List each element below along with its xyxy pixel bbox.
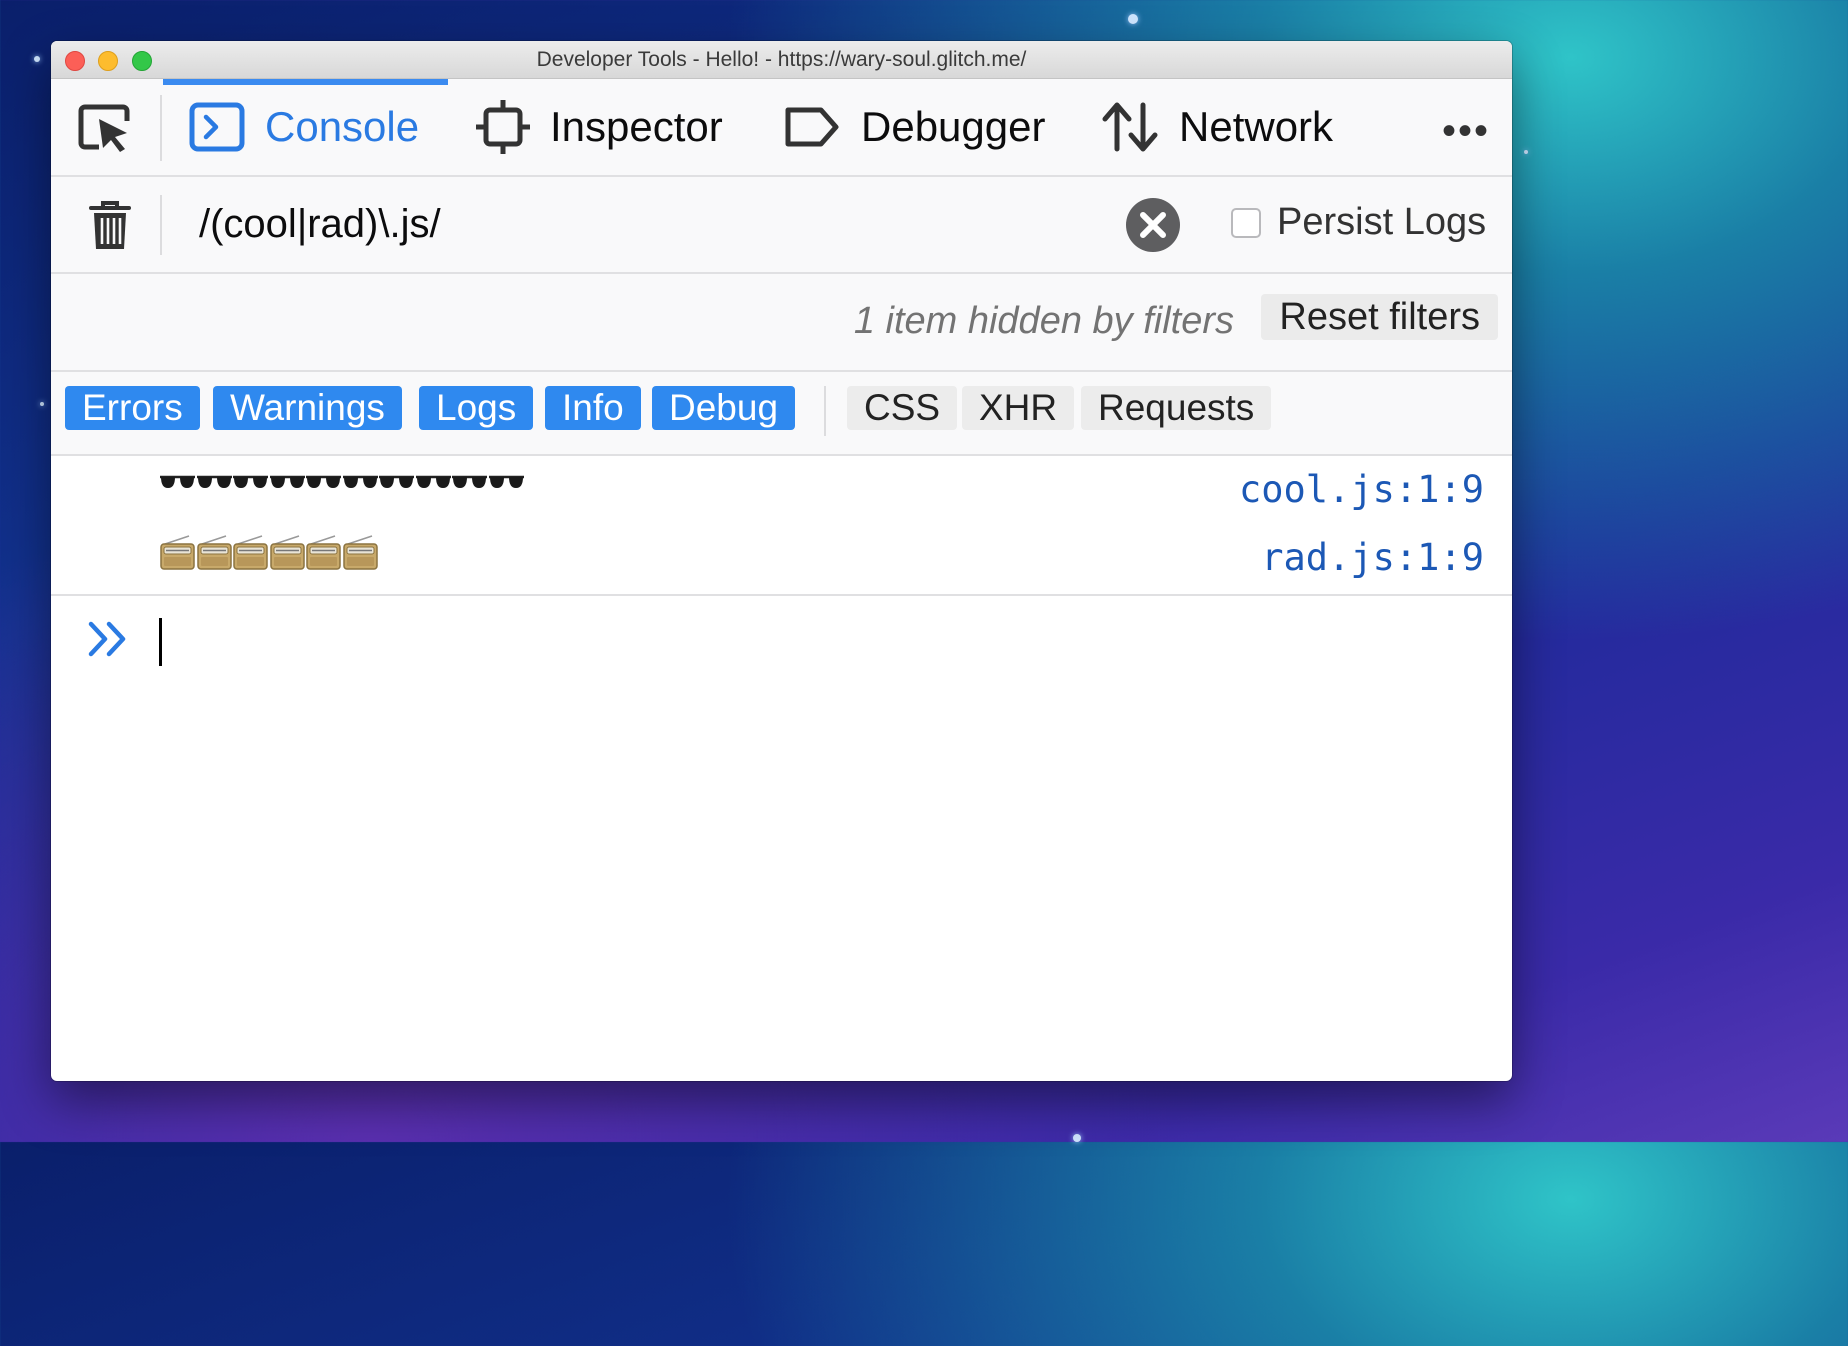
- tab-console-label: Console: [265, 103, 420, 150]
- persist-logs-label: Persist Logs: [1277, 201, 1487, 243]
- radio-icon: [196, 534, 233, 575]
- filter-requests-button[interactable]: Requests: [1081, 386, 1272, 430]
- log-content-radios: [159, 534, 378, 575]
- message-location-link[interactable]: cool.js:1:9: [1239, 468, 1484, 511]
- background-star: [1073, 1134, 1081, 1142]
- background-star: [40, 402, 44, 406]
- tab-network-label: Network: [1179, 103, 1334, 150]
- sunglasses-icon: [159, 474, 196, 495]
- filter-bar: Persist Logs: [51, 177, 1512, 274]
- filter-logs-button[interactable]: Logs: [419, 386, 534, 430]
- window-title: Developer Tools - Hello! - https://wary-…: [536, 48, 1027, 71]
- network-icon: [1101, 101, 1159, 153]
- filter-input[interactable]: [199, 195, 1079, 253]
- close-window-button[interactable]: [65, 51, 85, 71]
- filter-debug-button[interactable]: Debug: [652, 386, 796, 430]
- background-star: [1524, 150, 1528, 154]
- maximize-window-button[interactable]: [132, 51, 152, 71]
- tab-debugger-label: Debugger: [861, 103, 1046, 150]
- tab-inspector-label: Inspector: [550, 103, 723, 150]
- console-icon: [189, 102, 245, 152]
- sunglasses-icon: [451, 474, 488, 495]
- inspector-icon: [476, 100, 530, 154]
- filtered-notice-bar: 1 item hidden by filters Reset filters: [51, 274, 1512, 372]
- background-star: [34, 56, 40, 62]
- console-output: cool.js:1:9 rad.js:1:9: [51, 456, 1512, 596]
- tab-network[interactable]: Network: [1101, 79, 1333, 175]
- filter-info-button[interactable]: Info: [545, 386, 641, 430]
- text-cursor: [159, 618, 162, 666]
- clear-console-trash-icon[interactable]: [87, 199, 133, 258]
- tab-inspector[interactable]: Inspector: [476, 79, 723, 175]
- clear-filter-icon[interactable]: [1125, 197, 1181, 258]
- radio-icon: [232, 534, 269, 575]
- sunglasses-icon: [269, 474, 306, 495]
- filter-warnings-button[interactable]: Warnings: [213, 386, 402, 430]
- persist-logs-toggle[interactable]: Persist Logs: [1231, 201, 1486, 244]
- levels-separator: [824, 386, 826, 436]
- debugger-icon: [783, 105, 841, 149]
- radio-icon: [269, 534, 306, 575]
- console-message: cool.js:1:9: [51, 456, 1512, 524]
- filter-css-button[interactable]: CSS: [847, 386, 958, 430]
- element-picker-icon[interactable]: [77, 103, 133, 153]
- log-level-filters: Errors Warnings Logs Info Debug CSS XHR …: [51, 372, 1512, 456]
- reset-filters-button[interactable]: Reset filters: [1261, 294, 1498, 340]
- background-star: [1128, 14, 1138, 24]
- minimize-window-button[interactable]: [98, 51, 118, 71]
- toolbar-separator: [160, 95, 162, 161]
- chevron-prompt-icon: [87, 620, 131, 663]
- radio-icon: [159, 534, 196, 575]
- hidden-items-message: 1 item hidden by filters: [853, 300, 1234, 342]
- radio-icon: [305, 534, 342, 575]
- console-input-row[interactable]: [51, 596, 1512, 686]
- tab-debugger[interactable]: Debugger: [783, 79, 1045, 175]
- filter-errors-button[interactable]: Errors: [65, 386, 200, 430]
- message-location-link[interactable]: rad.js:1:9: [1261, 536, 1484, 579]
- devtools-window: Developer Tools - Hello! - https://wary-…: [51, 41, 1512, 1081]
- sunglasses-icon: [378, 474, 415, 495]
- filter-xhr-button[interactable]: XHR: [962, 386, 1075, 430]
- console-message: rad.js:1:9: [51, 524, 1512, 592]
- sunglasses-icon: [196, 474, 233, 495]
- sunglasses-icon: [342, 474, 379, 495]
- tab-console[interactable]: Console: [189, 79, 419, 175]
- devtools-toolbar: Console Inspector Debugger Network •••: [51, 79, 1512, 177]
- sunglasses-icon: [305, 474, 342, 495]
- filterbar-separator: [160, 195, 162, 255]
- sunglasses-icon: [488, 474, 525, 495]
- sunglasses-icon: [232, 474, 269, 495]
- log-content-sunglasses: [159, 474, 524, 495]
- more-tools-button[interactable]: •••: [1442, 109, 1490, 154]
- persist-logs-checkbox[interactable]: [1231, 207, 1261, 238]
- radio-icon: [342, 534, 379, 575]
- title-bar: Developer Tools - Hello! - https://wary-…: [51, 41, 1512, 79]
- sunglasses-icon: [415, 474, 452, 495]
